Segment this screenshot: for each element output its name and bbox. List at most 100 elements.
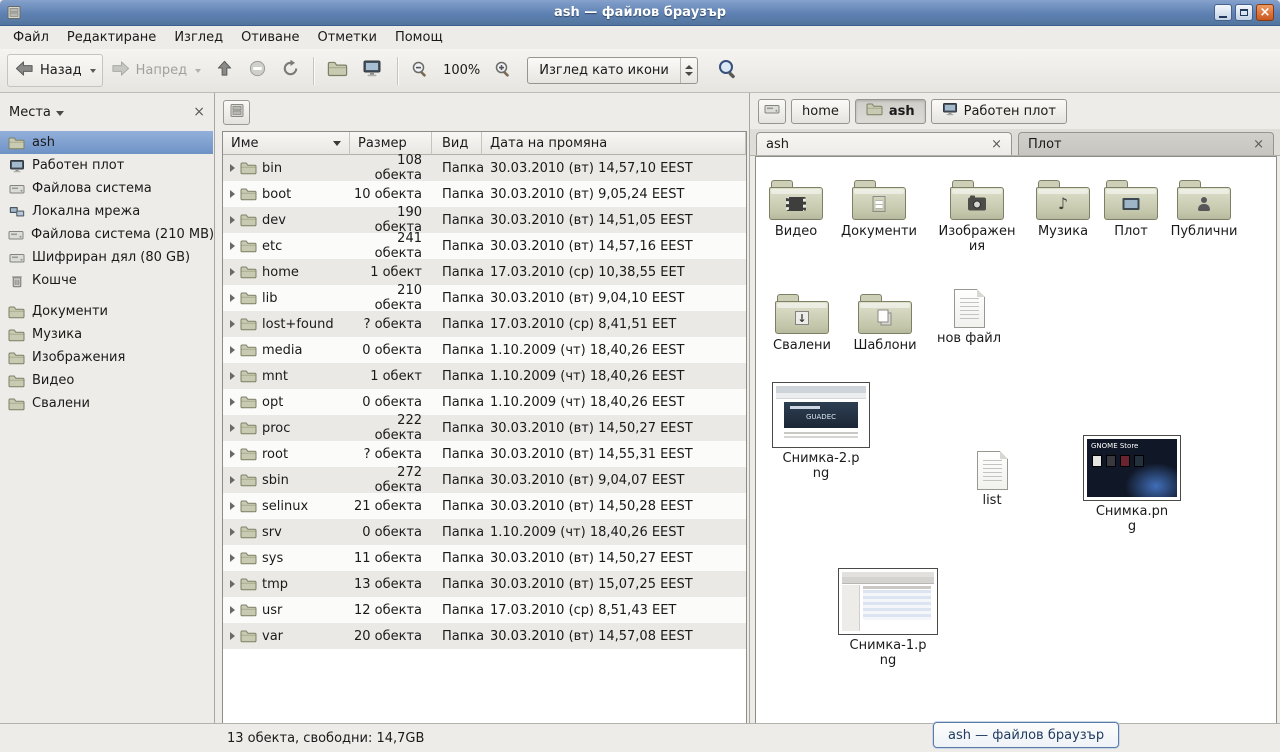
file-item[interactable]: Видео — [755, 179, 842, 240]
search-button[interactable] — [710, 53, 746, 89]
menu-item-6[interactable]: Помощ — [386, 27, 452, 48]
sidebar-item[interactable]: Кошче — [0, 269, 213, 292]
table-row[interactable]: etc241 обектаПапка30.03.2010 (вт) 14,57,… — [223, 233, 746, 259]
tab-close-button[interactable] — [1253, 138, 1264, 151]
file-item[interactable]: Снимка-1.png — [842, 568, 934, 669]
expander-icon[interactable] — [230, 346, 235, 354]
reload-button[interactable] — [274, 54, 307, 87]
table-row[interactable]: boot10 обектаПапка30.03.2010 (вт) 9,05,2… — [223, 181, 746, 207]
table-row[interactable]: media0 обектаПапка1.10.2009 (чт) 18,40,2… — [223, 337, 746, 363]
table-row[interactable]: opt0 обектаПапка1.10.2009 (чт) 18,40,26 … — [223, 389, 746, 415]
expander-icon[interactable] — [230, 502, 235, 510]
expander-icon[interactable] — [230, 580, 235, 588]
sidebar-item[interactable]: Шифриран дял (80 GB) — [0, 246, 213, 269]
table-row[interactable]: proc222 обектаПапка30.03.2010 (вт) 14,50… — [223, 415, 746, 441]
combo-spin-icons[interactable] — [680, 58, 697, 83]
sidebar-item[interactable]: Файлова система (210 MB) — [0, 223, 213, 246]
table-row[interactable]: bin108 обектаПапка30.03.2010 (вт) 14,57,… — [223, 155, 746, 181]
column-header[interactable]: Вид — [432, 132, 482, 155]
zoom-out-button[interactable] — [404, 55, 436, 87]
sidebar-item[interactable]: Изображения — [0, 346, 213, 369]
sidebar-close-button[interactable] — [193, 105, 205, 119]
file-item[interactable]: Шаблони — [839, 293, 931, 354]
file-item[interactable]: Документи — [833, 179, 925, 240]
stop-button[interactable] — [241, 54, 274, 87]
forward-button[interactable]: Напред — [103, 54, 208, 87]
pathbar-button[interactable] — [758, 99, 786, 124]
expander-icon[interactable] — [230, 164, 235, 172]
expander-icon[interactable] — [230, 476, 235, 484]
table-row[interactable]: lost+found? обектаПапка17.03.2010 (ср) 8… — [223, 311, 746, 337]
file-item[interactable]: Изображения — [931, 179, 1023, 255]
file-item[interactable]: нов файл — [923, 289, 1015, 347]
menu-item-3[interactable]: Изглед — [165, 27, 232, 48]
sidebar-item[interactable]: Музика — [0, 323, 213, 346]
expander-icon[interactable] — [230, 398, 235, 406]
taskbar-window-button[interactable]: ash — файлов браузър — [933, 722, 1119, 748]
column-header[interactable]: Име — [223, 132, 350, 155]
table-row[interactable]: srv0 обектаПапка1.10.2009 (чт) 18,40,26 … — [223, 519, 746, 545]
pathbar-button[interactable]: ash — [855, 99, 926, 124]
table-row[interactable]: sys11 обектаПапка30.03.2010 (вт) 14,50,2… — [223, 545, 746, 571]
table-row[interactable]: var20 обектаПапка30.03.2010 (вт) 14,57,0… — [223, 623, 746, 649]
home-button[interactable] — [320, 55, 355, 86]
table-row[interactable]: usr12 обектаПапка17.03.2010 (ср) 8,51,43… — [223, 597, 746, 623]
expander-icon[interactable] — [230, 554, 235, 562]
sidebar-item[interactable]: Документи — [0, 300, 213, 323]
menu-item-4[interactable]: Отиване — [232, 27, 308, 48]
tab[interactable]: ash — [756, 132, 1012, 155]
expander-icon[interactable] — [230, 242, 235, 250]
pathbar-button[interactable]: home — [791, 99, 850, 124]
close-button[interactable] — [1256, 4, 1274, 21]
expander-icon[interactable] — [230, 632, 235, 640]
file-item[interactable]: GNOME StoreСнимка.png — [1086, 435, 1178, 535]
table-row[interactable]: lib210 обектаПапка30.03.2010 (вт) 9,04,1… — [223, 285, 746, 311]
table-row[interactable]: mnt1 обектПапка1.10.2009 (чт) 18,40,26 E… — [223, 363, 746, 389]
back-button[interactable]: Назад — [7, 54, 103, 87]
up-button[interactable] — [208, 54, 241, 87]
file-item[interactable]: list — [946, 451, 1038, 509]
sidebar-selector-button[interactable]: Места — [9, 105, 64, 120]
view-mode-combo[interactable]: Изглед като икони — [527, 57, 698, 84]
forward-history-dropdown-icon[interactable] — [195, 69, 201, 73]
back-history-dropdown-icon[interactable] — [90, 69, 96, 73]
file-item[interactable]: GUADECСнимка-2.png — [775, 382, 867, 482]
zoom-in-button[interactable] — [487, 55, 519, 87]
expander-icon[interactable] — [230, 450, 235, 458]
sidebar-item[interactable]: Файлова система — [0, 177, 213, 200]
expander-icon[interactable] — [230, 216, 235, 224]
menu-item-1[interactable]: Файл — [4, 27, 58, 48]
maximize-button[interactable] — [1235, 4, 1253, 21]
expander-icon[interactable] — [230, 424, 235, 432]
expander-icon[interactable] — [230, 190, 235, 198]
pathbar-button[interactable]: Работен плот — [931, 99, 1067, 124]
tab[interactable]: Плот — [1018, 132, 1274, 155]
expander-icon[interactable] — [230, 606, 235, 614]
expander-icon[interactable] — [230, 528, 235, 536]
expander-icon[interactable] — [230, 320, 235, 328]
column-header[interactable]: Размер — [350, 132, 432, 155]
menu-item-2[interactable]: Редактиране — [58, 27, 165, 48]
expander-icon[interactable] — [230, 268, 235, 276]
menu-item-5[interactable]: Отметки — [308, 27, 385, 48]
table-row[interactable]: tmp13 обектаПапка30.03.2010 (вт) 15,07,2… — [223, 571, 746, 597]
tab-close-button[interactable] — [991, 138, 1002, 151]
table-row[interactable]: sbin272 обектаПапка30.03.2010 (вт) 9,04,… — [223, 467, 746, 493]
table-row[interactable]: root? обектаПапка30.03.2010 (вт) 14,55,3… — [223, 441, 746, 467]
expander-icon[interactable] — [230, 294, 235, 302]
sidebar-item[interactable]: Свалени — [0, 392, 213, 415]
table-row[interactable]: dev190 обектаПапка30.03.2010 (вт) 14,51,… — [223, 207, 746, 233]
expander-icon[interactable] — [230, 372, 235, 380]
computer-button[interactable] — [355, 54, 391, 87]
file-item[interactable]: ↓Свалени — [756, 293, 848, 354]
sidebar-item[interactable]: Видео — [0, 369, 213, 392]
sidebar-item[interactable]: ash — [0, 131, 213, 154]
sidebar-item[interactable]: Работен плот — [0, 154, 213, 177]
table-row[interactable]: selinux21 обектаПапка30.03.2010 (вт) 14,… — [223, 493, 746, 519]
minimize-button[interactable] — [1214, 4, 1232, 21]
pane-location-button[interactable] — [223, 100, 250, 125]
file-item[interactable]: Публични — [1158, 179, 1250, 240]
column-header[interactable]: Дата на промяна — [482, 132, 746, 155]
sidebar-item[interactable]: Локална мрежа — [0, 200, 213, 223]
table-row[interactable]: home1 обектПапка17.03.2010 (ср) 10,38,55… — [223, 259, 746, 285]
